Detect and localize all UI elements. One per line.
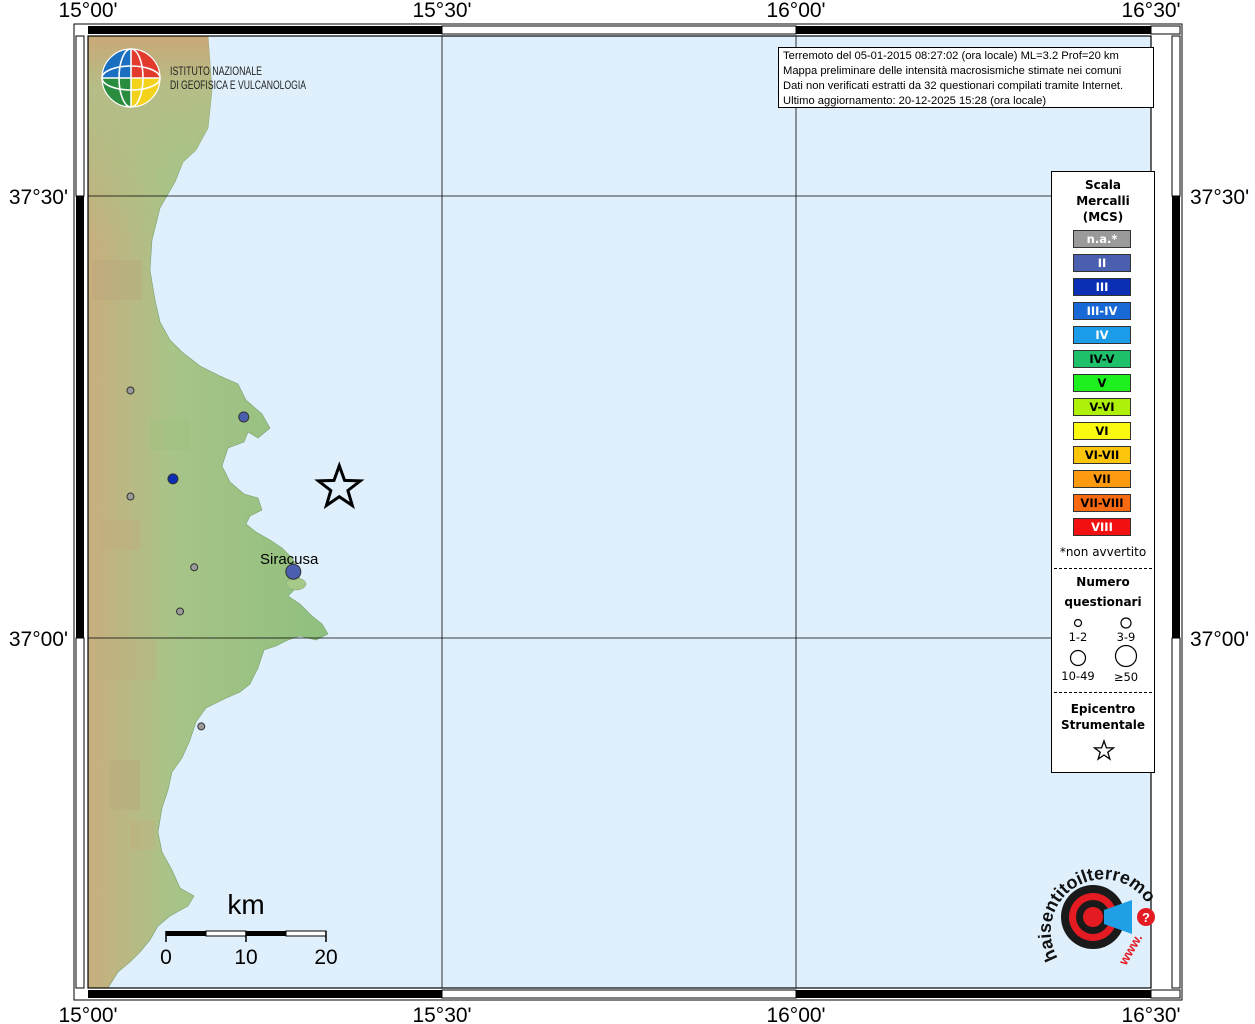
legend-class-swatch: VI — [1073, 422, 1131, 440]
epicenter-title-line: Strumentale — [1060, 718, 1146, 732]
institute-name-line2: DI GEOFISICA E VULCANOLOGIA — [170, 80, 306, 92]
legend-class-swatch: III — [1073, 278, 1131, 296]
lon-label-top: 16°30' — [1121, 0, 1180, 22]
legend-title: Scala Mercalli (MCS) — [1052, 177, 1154, 225]
scale-tick: 20 — [314, 946, 337, 969]
legend-class-swatch: V — [1073, 374, 1131, 392]
legend-title-line: Mercalli — [1076, 194, 1130, 208]
count-symbol — [1069, 649, 1087, 667]
legend-note: *non avvertito — [1059, 545, 1147, 559]
svg-text:?: ? — [1142, 910, 1150, 925]
count-label: 3-9 — [1116, 630, 1136, 644]
legend-class-swatch: VIII — [1073, 518, 1131, 536]
observation-point — [126, 386, 135, 395]
globe-icon — [101, 48, 161, 108]
count-label: ≥50 — [1113, 670, 1139, 684]
event-info-line: Terremoto del 05-01-2015 08:27:02 (ora l… — [783, 50, 1119, 62]
scale-unit: km — [227, 889, 264, 920]
count-title-line: Numero — [1076, 575, 1130, 589]
legend-class-swatch: V-VI — [1073, 398, 1131, 416]
lon-label-bottom: 16°30' — [1121, 1004, 1180, 1024]
event-info-line: Dati non verificati estratti da 32 quest… — [783, 80, 1124, 92]
count-symbol — [1114, 644, 1138, 668]
observation-point — [126, 492, 135, 501]
legend-class-swatch: IV — [1073, 326, 1131, 344]
legend-divider — [1054, 692, 1152, 693]
event-info-box: Terremoto del 05-01-2015 08:27:02 (ora l… — [778, 47, 1154, 108]
epicenter-title: Epicentro Strumentale — [1052, 701, 1154, 733]
lat-label-left: 37°00' — [9, 628, 68, 651]
city-label: Siracusa — [260, 551, 319, 568]
event-info-line: Mappa preliminare delle intensità macros… — [783, 65, 1122, 77]
count-title-line: questionari — [1064, 595, 1142, 609]
legend-class-swatch: VII-VIII — [1073, 494, 1131, 512]
legend-title-line: (MCS) — [1082, 210, 1124, 224]
legend-divider — [1054, 568, 1152, 569]
lon-label-top: 15°30' — [412, 0, 471, 22]
lat-label-right: 37°30' — [1190, 186, 1249, 209]
count-label: 1-2 — [1068, 630, 1088, 644]
institute-name-line1: ISTITUTO NAZIONALE — [170, 66, 262, 78]
count-title: Numero questionari — [1052, 574, 1154, 610]
scale-tick: 0 — [160, 946, 172, 969]
lon-label-bottom: 15°30' — [412, 1004, 471, 1024]
observation-point — [167, 473, 179, 485]
observation-point — [197, 722, 206, 731]
count-symbol — [1120, 617, 1132, 629]
legend-class-swatch: IV-V — [1073, 350, 1131, 368]
lat-label-left: 37°30' — [9, 186, 68, 209]
epicenter-legend-star-icon — [1093, 739, 1115, 761]
legend-class-swatch: VI-VII — [1073, 446, 1131, 464]
lat-label-right: 37°00' — [1190, 628, 1249, 651]
legend-class-swatch: VII — [1073, 470, 1131, 488]
observation-point — [176, 607, 185, 616]
lon-label-bottom: 15°00' — [58, 1004, 117, 1024]
count-symbol — [1073, 618, 1083, 628]
scale-tick: 10 — [234, 946, 257, 969]
observation-point — [238, 411, 250, 423]
epicenter-title-line: Epicentro — [1070, 702, 1136, 716]
legend: Scala Mercalli (MCS) n.a.* II III III-IV IV I… — [1051, 171, 1155, 773]
observation-point — [190, 563, 199, 572]
lon-label-top: 15°00' — [58, 0, 117, 22]
event-info-line: Ultimo aggiornamento: 20-12-2025 15:28 (… — [783, 95, 1047, 107]
legend-class-swatch: n.a.* — [1073, 230, 1131, 248]
legend-class-swatch: III-IV — [1073, 302, 1131, 320]
legend-title-line: Scala — [1084, 178, 1122, 192]
lon-label-bottom: 16°00' — [766, 1004, 825, 1024]
legend-class-swatch: II — [1073, 254, 1131, 272]
lon-label-top: 16°00' — [766, 0, 825, 22]
count-label: 10-49 — [1061, 669, 1095, 683]
